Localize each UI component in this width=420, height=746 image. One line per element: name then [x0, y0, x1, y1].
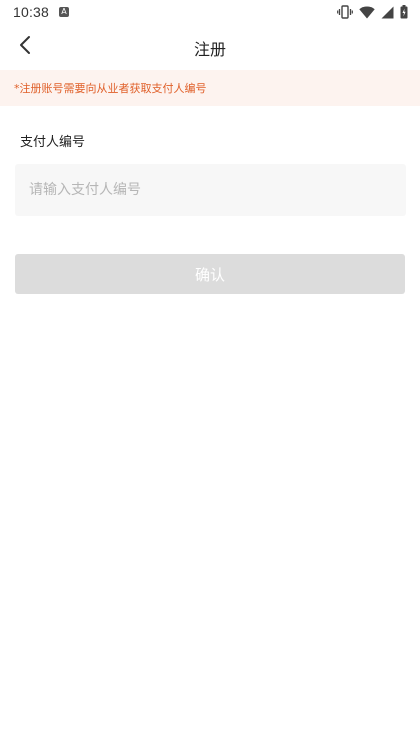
payer-id-input[interactable] — [15, 164, 406, 216]
a-notification-icon: A — [59, 7, 70, 17]
notice-banner: *注册账号需要向从业者获取支付人编号 — [0, 70, 420, 106]
wifi-icon — [359, 6, 375, 19]
status-bar: 10:38 A — [0, 0, 420, 24]
status-time: 10:38 — [13, 4, 50, 20]
payer-id-label: 支付人编号 — [20, 135, 86, 150]
notice-text: *注册账号需要向从业者获取支付人编号 — [14, 82, 207, 95]
battery-icon — [400, 5, 408, 19]
payer-id-field[interactable] — [15, 164, 406, 216]
cellular-signal-icon — [381, 6, 394, 19]
header: 注册 — [0, 24, 420, 68]
vibrate-icon — [337, 5, 353, 19]
status-icons — [337, 5, 408, 19]
confirm-button[interactable]: 确认 — [15, 254, 405, 294]
page-title: 注册 — [193, 40, 226, 59]
status-left: 10:38 A — [13, 4, 70, 20]
